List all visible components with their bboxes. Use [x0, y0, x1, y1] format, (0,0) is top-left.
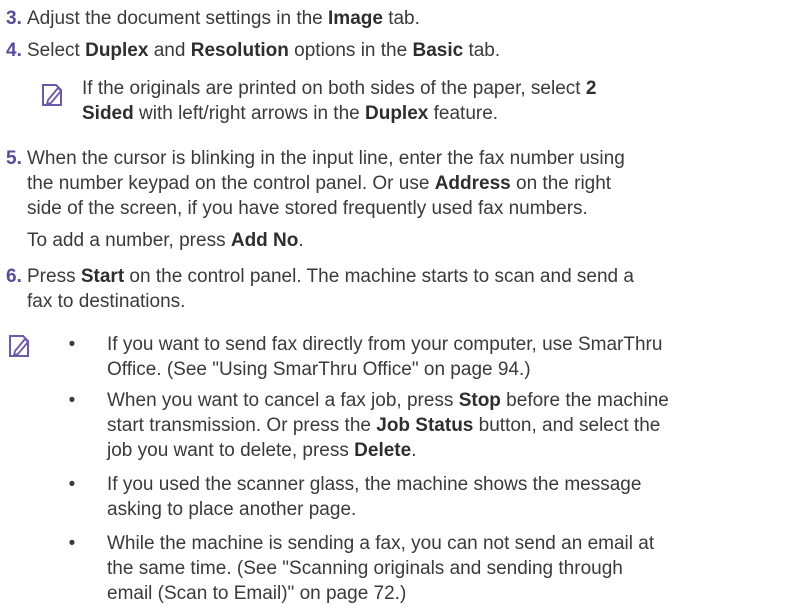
step-5-line-2: the number keypad on the control panel. … — [27, 171, 611, 196]
bullet-3-line-1: If you used the scanner glass, the machi… — [107, 472, 641, 497]
bold-term: Basic — [412, 40, 464, 61]
step-text: on the right — [510, 173, 612, 194]
note-text: button, and select the — [473, 415, 661, 436]
step-text: Adjust the document settings in the — [27, 8, 329, 29]
step-5-line-4: To add a number, press Add No. — [27, 228, 304, 253]
bold-term: Delete — [354, 440, 412, 461]
step-3: 3. Adjust the document settings in the I… — [6, 6, 420, 31]
bullet-4-line-1: While the machine is sending a fax, you … — [107, 531, 654, 556]
note-text: the same time. (See "Scanning originals … — [107, 558, 623, 579]
note-text: If you used the scanner glass, the machi… — [107, 474, 642, 495]
note-icon — [9, 335, 30, 357]
bold-term: Duplex — [85, 40, 149, 61]
bullet-icon: • — [68, 390, 76, 411]
step-number: 4. — [6, 40, 22, 61]
note-text: . — [411, 440, 417, 461]
step-text: Select — [27, 40, 86, 61]
note-text: asking to place another page. — [107, 499, 357, 520]
bullet-4-line-3: email (Scan to Email)" on page 72.) — [107, 581, 406, 606]
step-text: and — [148, 40, 191, 61]
note-text: before the machine — [500, 390, 669, 411]
note-text: While the machine is sending a fax, you … — [107, 533, 655, 554]
step-text: side of the screen, if you have stored f… — [27, 198, 588, 219]
step-6: 6. — [6, 264, 22, 289]
note-text: If the originals are printed on both sid… — [82, 78, 586, 99]
bold-term: Job Status — [376, 415, 474, 436]
bold-term: Sided — [82, 103, 134, 124]
bullet-icon: • — [68, 533, 76, 554]
step-5-line-3: side of the screen, if you have stored f… — [27, 196, 588, 221]
step-text: To add a number, press — [27, 230, 231, 251]
step-text: options in the — [288, 40, 413, 61]
step-text: tab. — [382, 8, 420, 29]
step-6-line-2: fax to destinations. — [27, 289, 185, 314]
bullet-3-line-2: asking to place another page. — [107, 497, 356, 522]
note-text: with left/right arrows in the — [133, 103, 365, 124]
bold-term: Duplex — [365, 103, 429, 124]
step-text: on the control panel. The machine starts… — [124, 266, 634, 287]
step-5-line-1: When the cursor is blinking in the input… — [27, 146, 625, 171]
step-text: When the cursor is blinking in the input… — [27, 148, 625, 169]
bullet-2-line-1: When you want to cancel a fax job, press… — [107, 388, 669, 413]
step-text: fax to destinations. — [27, 291, 186, 312]
step-text: Press — [27, 266, 81, 287]
bullet-1-line-1: If you want to send fax directly from yo… — [107, 332, 662, 357]
step-5: 5. — [6, 146, 22, 171]
note-text: When you want to cancel a fax job, press — [107, 390, 459, 411]
note-1-line-1: If the originals are printed on both sid… — [82, 76, 596, 101]
step-text: . — [298, 230, 304, 251]
note-text: feature. — [428, 103, 499, 124]
bullet-1-line-2: Office. (See "Using SmarThru Office" on … — [107, 357, 531, 382]
step-number: 6. — [6, 266, 22, 287]
bullet-icon: • — [68, 334, 76, 355]
bold-term: Resolution — [190, 40, 289, 61]
bold-term: Image — [328, 8, 383, 29]
bullet-2-line-2: start transmission. Or press the Job Sta… — [107, 413, 660, 438]
step-text: tab. — [463, 40, 501, 61]
bold-term: Address — [434, 173, 511, 194]
note-text: start transmission. Or press the — [107, 415, 377, 436]
note-text: email (Scan to Email)" on page 72.) — [107, 583, 407, 604]
step-4: 4. Select Duplex and Resolution options … — [6, 38, 500, 63]
note-text: If you want to send fax directly from yo… — [107, 334, 663, 355]
step-number: 5. — [6, 148, 22, 169]
note-text: job you want to delete, press — [107, 440, 355, 461]
step-text: the number keypad on the control panel. … — [27, 173, 435, 194]
bold-term: Start — [80, 266, 125, 287]
manual-page: 3. Adjust the document settings in the I… — [0, 0, 806, 611]
step-number: 3. — [6, 8, 22, 29]
note-icon — [42, 84, 63, 106]
step-6-line-1: Press Start on the control panel. The ma… — [27, 264, 634, 289]
bullet-4-line-2: the same time. (See "Scanning originals … — [107, 556, 623, 581]
note-1-line-2: Sided with left/right arrows in the Dupl… — [82, 101, 498, 126]
bullet-2-line-3: job you want to delete, press Delete. — [107, 438, 416, 463]
bold-term: 2 — [585, 78, 597, 99]
bullet-icon: • — [68, 474, 76, 495]
bold-term: Add No — [230, 230, 299, 251]
bold-term: Stop — [458, 390, 501, 411]
note-text: Office. (See "Using SmarThru Office" on … — [107, 359, 531, 380]
